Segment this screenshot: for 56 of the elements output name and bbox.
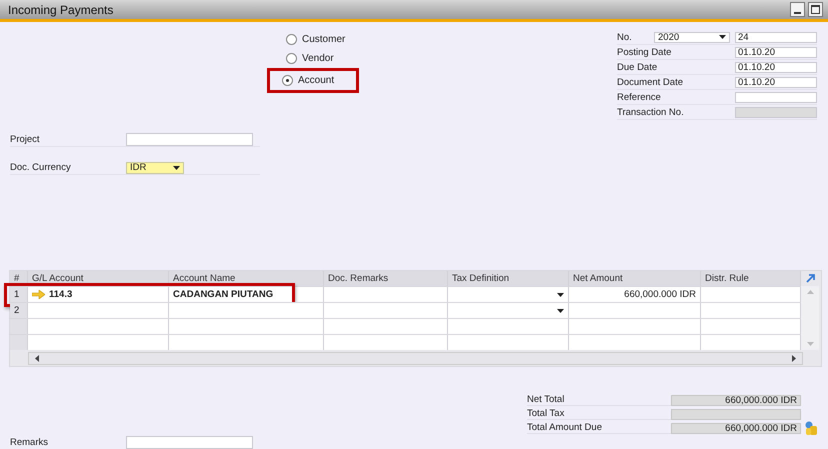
horizontal-scrollbar[interactable] (28, 352, 803, 364)
table-cell: CADANGAN PIUTANG (169, 287, 324, 302)
field-label: Transaction No. (617, 106, 685, 118)
expand-icon[interactable] (804, 273, 816, 284)
input-field[interactable]: 01.10.20 (735, 76, 817, 88)
radio-option[interactable]: Vendor (280, 49, 340, 68)
dropdown-field[interactable]: IDR (126, 162, 184, 174)
maximize-icon (811, 5, 820, 14)
row-number-cell: 1 (10, 287, 28, 302)
field-label: Remarks (10, 437, 50, 448)
minimize-button[interactable] (790, 2, 805, 17)
input-field[interactable] (735, 92, 817, 102)
field-label: Document Date (617, 76, 684, 88)
total-label: Net Total (527, 394, 671, 406)
field-label: No. (617, 32, 633, 42)
vertical-scrollbar[interactable] (801, 286, 819, 350)
total-label: Total Amount Due (527, 422, 671, 434)
table-cell: 660,000.000 IDR (569, 287, 701, 302)
input-field[interactable]: 01.10.20 (735, 62, 817, 72)
field-label: Doc. Currency (10, 162, 72, 173)
dropdown-caret-icon[interactable] (557, 308, 564, 312)
radio-option[interactable]: Customer (280, 30, 352, 49)
series-dropdown[interactable]: 2020 (654, 32, 730, 42)
link-arrow-icon[interactable] (32, 290, 45, 299)
scroll-right-icon[interactable] (792, 354, 796, 362)
field-label: Project (10, 134, 41, 145)
total-label: Total Tax (527, 408, 671, 420)
field-label: Due Date (617, 62, 658, 72)
radio-button-icon (282, 75, 293, 86)
scroll-down-icon[interactable] (806, 342, 814, 346)
column-header[interactable]: Doc. Remarks (324, 271, 448, 286)
window-title: Incoming Payments (8, 2, 114, 16)
radio-button-icon (286, 53, 297, 64)
scroll-up-icon[interactable] (806, 290, 814, 294)
radio-option[interactable]: Account (267, 68, 360, 93)
radio-button-icon (286, 34, 297, 45)
input-field[interactable]: 24 (735, 32, 817, 42)
scroll-left-icon[interactable] (35, 354, 39, 362)
total-field: 660,000.000 IDR (671, 394, 801, 406)
field-label: Reference (617, 92, 662, 102)
minimize-icon (794, 12, 801, 14)
row-number-cell: 2 (10, 303, 28, 318)
coins-icon[interactable] (804, 421, 818, 435)
maximize-button[interactable] (808, 2, 823, 17)
caret-icon (173, 166, 180, 170)
column-header[interactable]: Net Amount (569, 271, 701, 286)
field-label: Posting Date (617, 46, 672, 58)
caret-icon (719, 35, 726, 39)
dropdown-caret-icon[interactable] (557, 292, 564, 296)
input-field[interactable] (126, 133, 253, 146)
total-field: 660,000.000 IDR (671, 422, 801, 434)
column-header[interactable]: Distr. Rule (701, 271, 801, 286)
account-code: 114.3 (49, 289, 72, 300)
remarks-field[interactable] (126, 436, 253, 449)
column-header[interactable]: Tax Definition (448, 271, 569, 286)
input-field[interactable]: 01.10.20 (735, 46, 817, 58)
